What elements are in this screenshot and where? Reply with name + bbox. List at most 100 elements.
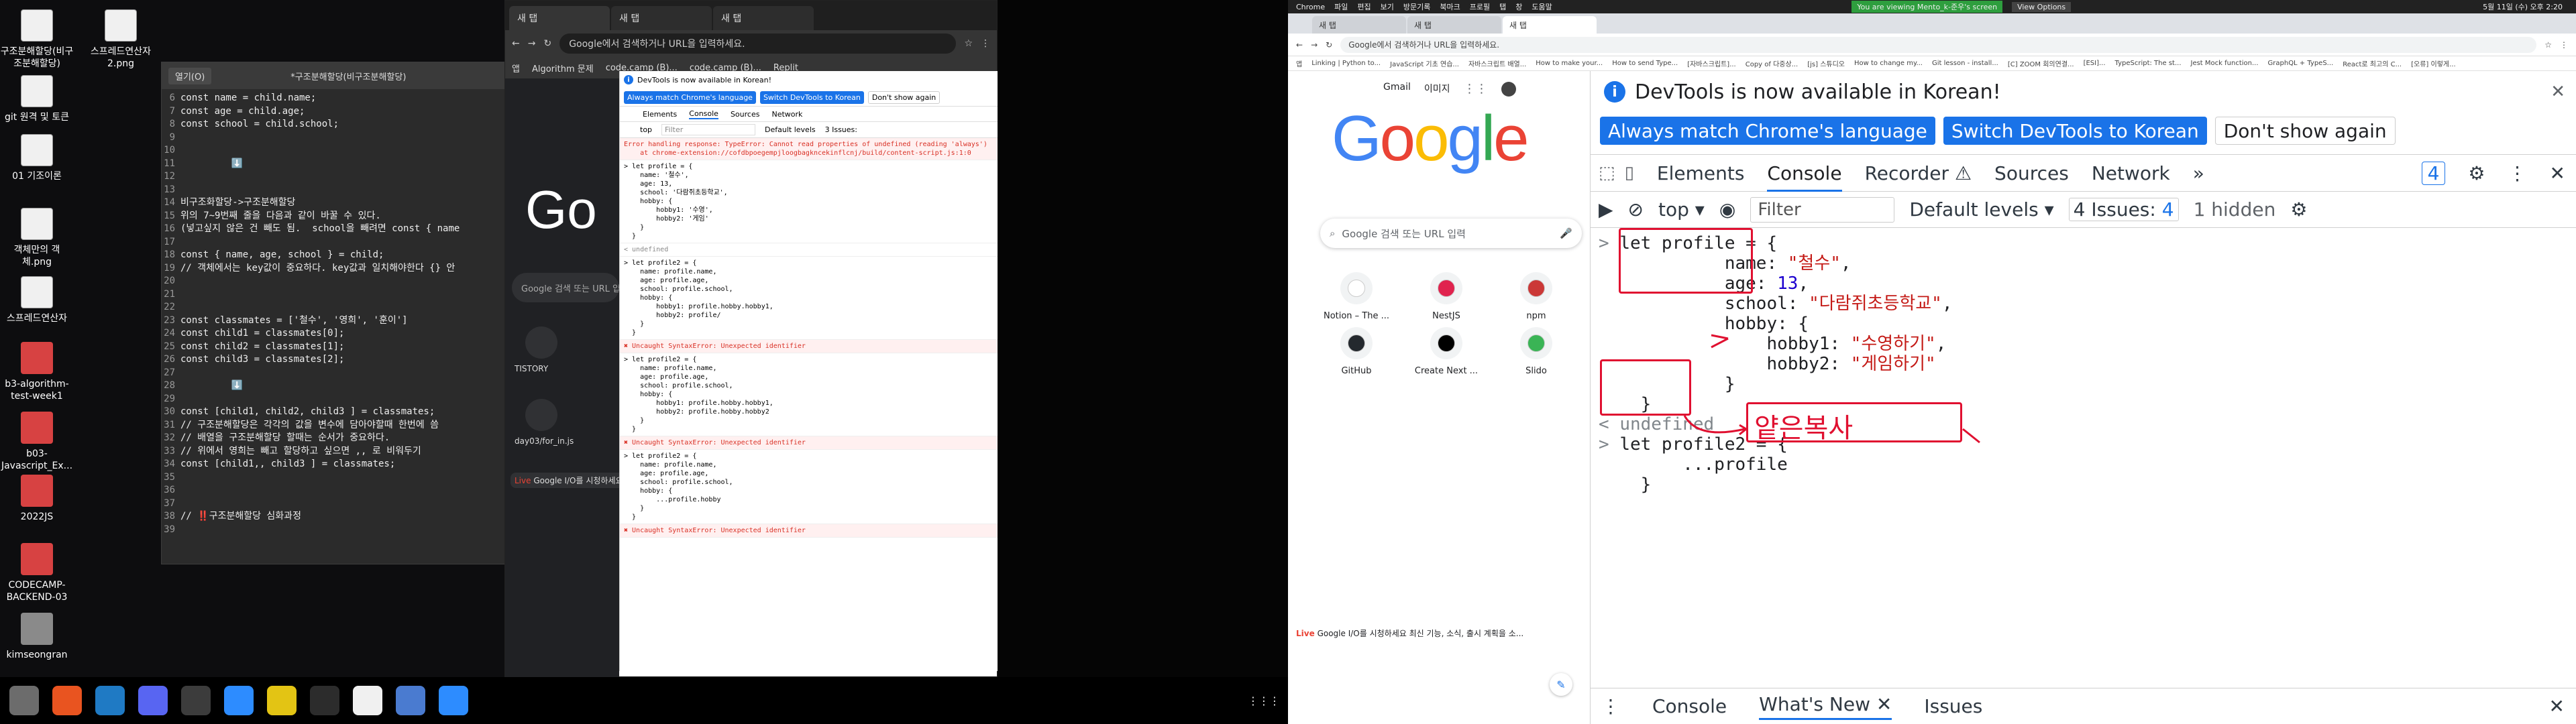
filter-input[interactable]: Filter [1750,196,1895,223]
bookmark-item[interactable]: How to change my... [1854,60,1923,67]
forward-icon[interactable]: → [528,38,536,49]
tab-recorder[interactable]: Recorder ⚠ [1865,162,1972,184]
search-box[interactable]: ⌕ Google 검색 또는 URL 입력 🎤 [1320,219,1582,248]
screenshot-icon[interactable] [396,686,425,715]
console-settings-icon[interactable]: ⚙ [2290,198,2307,221]
avatar[interactable] [1501,82,1516,97]
drawer-menu-icon[interactable]: ⋮ [1601,695,1620,717]
drawer-tab-whats-new[interactable]: What's New ✕ [1759,693,1892,720]
forward-icon[interactable]: → [1311,40,1318,50]
bookmark-item[interactable]: Jest Mock function... [2191,60,2259,67]
mic-icon[interactable]: 🎤 [1560,227,1572,239]
editor-code-area[interactable]: 6 const name = child.name; 7 const age = ch… [162,89,509,539]
desktop-icon-folder[interactable]: b03-Javascript_Ex... [0,412,74,472]
sidebar-toggle-icon[interactable]: ▶ [1599,198,1613,221]
back-icon[interactable]: ← [512,38,520,49]
shortcut-tistory-icon[interactable] [525,326,557,359]
switch-korean-button[interactable]: Switch DevTools to Korean [759,90,864,104]
tab-network[interactable]: Network [2092,162,2170,184]
menu-icon[interactable]: ⋮ [981,38,990,49]
browser-tab[interactable]: 새 탭 [713,6,814,30]
filter-input[interactable]: Filter [661,124,756,135]
video-icon[interactable] [267,686,297,715]
text-editor-window[interactable]: 열기(O) *구조분해할당(비구조분해할당) 6 const name = chi… [161,62,510,564]
desktop-icon-file[interactable]: 스프레드연산자 [0,276,74,324]
os-menu-item[interactable]: 도움말 [1532,1,1552,12]
issues-button[interactable]: 4 Issues: 4 [2068,198,2179,221]
desktop-icon-image[interactable]: 객체만의 객체.png [0,208,74,268]
software-icon[interactable] [52,686,82,715]
desktop-icon-folder[interactable]: CODECAMP-BACKEND-03 [0,543,74,603]
tab-elements[interactable]: Elements [1657,162,1745,184]
menu-icon[interactable]: ⋮ [2560,40,2568,50]
terminal-icon[interactable] [310,686,339,715]
context-select[interactable]: top [640,125,652,134]
star-icon[interactable]: ☆ [964,38,973,49]
inspect-icon[interactable]: ⬚ [1599,163,1615,183]
address-bar[interactable]: Google에서 검색하거나 URL을 입력하세요. [1340,36,2537,53]
bookmark-item[interactable]: [ESI]... [2084,60,2106,67]
search-box[interactable]: Google 검색 또는 URL 입력 [512,273,619,302]
chrome-window-left[interactable]: 새 탭 새 탭 새 탭 ← → ↻ Google에서 검색하거나 URL을 입력… [504,0,998,678]
desktop-icon-file[interactable]: 구조분해할당(비구조분해할당) [0,9,74,70]
chrome-icon[interactable] [181,686,211,715]
browser-tab[interactable]: 새 탭 [1503,16,1597,34]
dont-show-button[interactable]: Don't show again [2214,117,2396,145]
io-banner[interactable]: Live Google I/O를 시청하세요 최신 기능, 소식, 출시 계획을… [1296,627,1585,639]
close-icon[interactable]: ✕ [2551,82,2565,102]
back-icon[interactable]: ← [1296,40,1303,50]
shortcut-tile[interactable]: Create Next ... [1413,327,1480,376]
text-editor-icon[interactable] [353,686,382,715]
tab-sources[interactable]: Sources [1994,162,2069,184]
desktop-icon-file[interactable]: 01 기조이론 [0,134,74,182]
desktop-icon-image[interactable]: 스프레드연산자2.png [84,9,158,70]
bookmark-item[interactable]: [js] 스튜디오 [1807,58,1845,68]
settings-gear-icon[interactable]: ⚙ [2468,162,2485,184]
os-menu-item[interactable]: 프로필 [1470,1,1490,12]
bookmark-item[interactable]: 앱 [512,62,520,74]
kebab-menu-icon[interactable]: ⋮ [2508,162,2527,184]
os-menu-item[interactable]: Chrome [1296,3,1325,11]
address-bar[interactable]: Google에서 검색하거나 URL을 입력하세요. [559,34,957,54]
bookmark-item[interactable]: How to send Type... [1612,60,1678,67]
open-button[interactable]: 열기(O) [168,67,212,84]
bookmark-item[interactable]: How to make your... [1536,60,1603,67]
bookmark-item[interactable]: [C] ZOOM 회의연결... [2008,58,2074,68]
drawer-tab-console[interactable]: Console [1652,695,1727,717]
bookmark-item[interactable]: Algorithm 문제 [532,62,594,74]
close-devtools-icon[interactable]: ✕ [2550,162,2565,184]
zoom2-icon[interactable] [439,686,468,715]
bookmark-item[interactable]: GraphQL + TypeS... [2268,60,2334,67]
browser-tab[interactable]: 새 탭 [1407,16,1501,34]
desktop-icon-folder[interactable]: 2022JS [0,475,74,523]
os-menu-item[interactable]: 탭 [1499,1,1506,12]
customize-pencil-icon[interactable]: ✎ [1550,673,1572,696]
os-menu-item[interactable]: 파일 [1334,1,1348,12]
levels-select[interactable]: Default levels [765,125,816,134]
tab-elements[interactable]: Elements [643,110,677,119]
os-menu-item[interactable]: 편집 [1357,1,1371,12]
desktop-icon-folder[interactable]: b3-algorithm-test-week1 [0,342,74,402]
desktop-icon-file[interactable]: git 원격 및 토큰 [0,75,74,123]
console-output[interactable]: > let profile = { name: "철수", age: 13, s… [1591,228,2576,697]
browser-tab[interactable]: 새 탭 [509,6,610,30]
star-icon[interactable]: ☆ [2544,40,2552,50]
issues-button[interactable]: 3 Issues: [825,125,857,134]
browser-tab[interactable]: 새 탭 [611,6,712,30]
discord-icon[interactable] [138,686,168,715]
bookmark-item[interactable]: TypeScript: The st... [2115,60,2182,67]
shortcut-tile[interactable]: Slido [1503,327,1570,376]
devtools-panel-left[interactable]: i DevTools is now available in Korean! A… [619,71,998,671]
desktop-icon-home[interactable]: kimseongran [0,613,74,661]
bookmark-item[interactable]: JavaScript 기초 연습... [1390,58,1459,68]
drawer-tab-issues[interactable]: Issues [1924,695,1982,717]
bookmark-item[interactable]: Git lesson - install... [1932,60,1998,67]
close-drawer-icon[interactable]: ✕ [2549,695,2565,717]
tab-console[interactable]: Console [689,109,718,119]
tab-console[interactable]: Console [1767,162,1842,192]
io-banner[interactable]: Live Google I/O를 시청하세요 [511,473,627,488]
apps-grid-icon[interactable]: ⋮⋮ [1464,82,1488,97]
os-menu-item[interactable]: 북마크 [1440,1,1460,12]
files-icon[interactable] [9,686,39,715]
bookmark-item[interactable]: [오류] 이렇게... [2411,58,2456,68]
